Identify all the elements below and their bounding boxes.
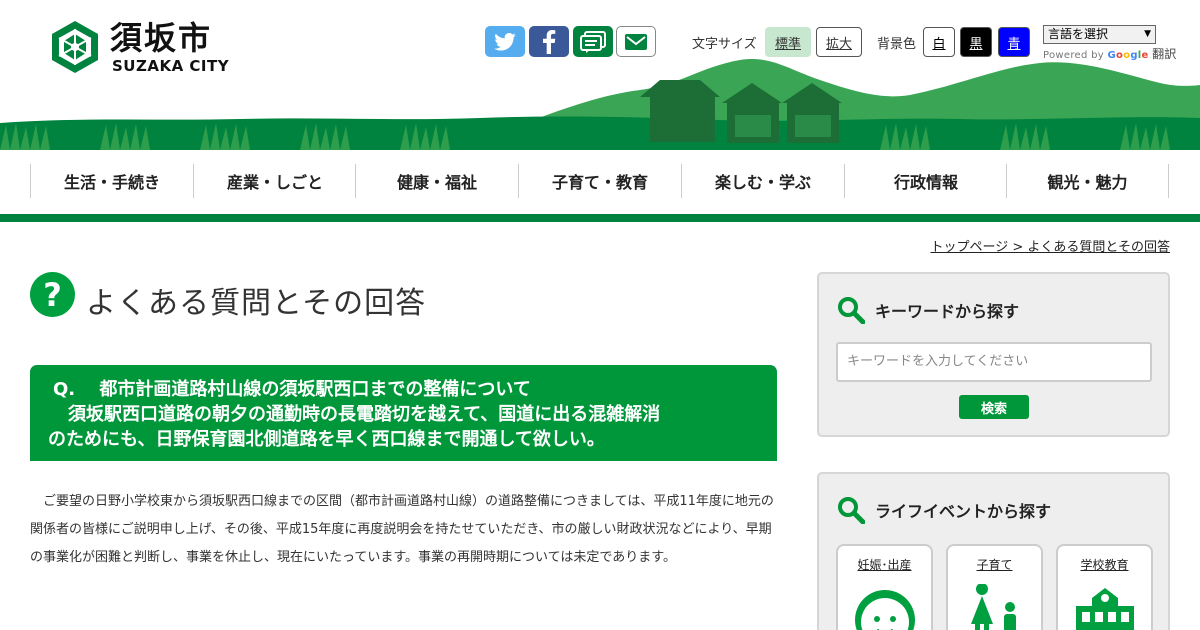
site-header: 須坂市 SUZAKA CITY 文字サイズ 標準 拡大 背景色 白 黒 青 言語… — [0, 0, 1200, 150]
answer-text: ご要望の日野小学校東から須坂駅西口線までの区間（都市計画道路村山線）の道路整備に… — [30, 494, 774, 565]
mail-icon — [625, 33, 647, 50]
bg-black-button[interactable]: 黒 — [960, 27, 992, 57]
question-line: Q. 都市計画道路村山線の須坂駅西口までの整備について — [53, 379, 531, 400]
nav-item-government[interactable]: 行政情報 — [844, 164, 1007, 198]
breadcrumb-link[interactable]: トップページ > よくある質問とその回答 — [930, 240, 1170, 255]
life-event-header: ライフイベントから探す — [837, 496, 1051, 524]
line-share-button[interactable] — [573, 26, 613, 57]
life-event-label: 学校教育 — [1080, 558, 1129, 572]
search-icon — [838, 297, 865, 324]
life-event-box: ライフイベントから探す 妊娠･出産 子育て 学校教育 — [817, 472, 1170, 630]
font-size-label: 文字サイズ — [692, 37, 757, 52]
bg-white-button[interactable]: 白 — [923, 27, 955, 57]
twitter-icon — [494, 32, 516, 51]
question-line: 須坂駅西口道路の朝夕の通勤時の長電踏切を越えて、国道に出る混雑解消 — [68, 404, 661, 425]
nav-item-tourism[interactable]: 観光・魅力 — [1006, 164, 1169, 198]
facebook-share-button[interactable] — [529, 26, 569, 57]
keyword-search-header: キーワードから探す — [837, 296, 1019, 324]
nav-item-childcare[interactable]: 子育て・教育 — [518, 164, 681, 198]
life-event-label: 妊娠･出産 — [857, 558, 912, 572]
mountain-landscape-illustration — [0, 59, 1200, 150]
life-event-title: ライフイベントから探す — [875, 502, 1052, 521]
keyword-search-title: キーワードから探す — [875, 302, 1020, 321]
life-event-childcare[interactable]: 子育て — [946, 544, 1043, 630]
language-select[interactable]: 言語を選択 — [1043, 25, 1156, 44]
parent-child-icon — [971, 584, 1016, 630]
facebook-icon — [543, 29, 556, 54]
breadcrumb[interactable]: トップページ > よくある質問とその回答 — [930, 236, 1170, 255]
logo-name: 須坂市 — [110, 19, 213, 57]
nav-item-life[interactable]: 生活・手続き — [30, 164, 193, 198]
school-icon — [1076, 588, 1134, 630]
nav-item-industry[interactable]: 産業・しごと — [193, 164, 356, 198]
keyword-search-box: キーワードから探す キーワードを入力してください 検索 — [817, 272, 1170, 437]
keyword-input[interactable]: キーワードを入力してください — [836, 342, 1152, 382]
nav-divider — [0, 214, 1200, 222]
question-line: のためにも、日野保育園北側道路を早く西口線まで開通して欲しい。 — [48, 429, 605, 450]
question-box: Q. 都市計画道路村山線の須坂駅西口までの整備について 須坂駅西口道路の朝夕の通… — [30, 365, 777, 461]
font-size-large-button[interactable]: 拡大 — [816, 27, 862, 57]
mail-share-button[interactable] — [616, 26, 656, 57]
twitter-share-button[interactable] — [485, 26, 525, 57]
font-size-normal-button[interactable]: 標準 — [765, 27, 811, 57]
nav-item-enjoy[interactable]: 楽しむ・学ぶ — [681, 164, 844, 198]
question-icon: ? — [30, 272, 75, 317]
search-icon — [838, 497, 865, 524]
line-icon — [580, 30, 606, 53]
bg-color-label: 背景色 — [877, 37, 917, 52]
page-title: よくある質問とその回答 — [86, 286, 427, 321]
bg-blue-button[interactable]: 青 — [998, 27, 1030, 57]
life-event-pregnancy[interactable]: 妊娠･出産 — [836, 544, 933, 630]
global-nav: 生活・手続き 産業・しごと 健康・福祉 子育て・教育 楽しむ・学ぶ 行政情報 観… — [0, 150, 1200, 214]
life-event-label: 子育て — [976, 558, 1013, 572]
nav-item-health[interactable]: 健康・福祉 — [355, 164, 518, 198]
life-event-school[interactable]: 学校教育 — [1056, 544, 1153, 630]
keyword-search-button[interactable]: 検索 — [959, 395, 1029, 419]
baby-icon — [855, 590, 915, 630]
